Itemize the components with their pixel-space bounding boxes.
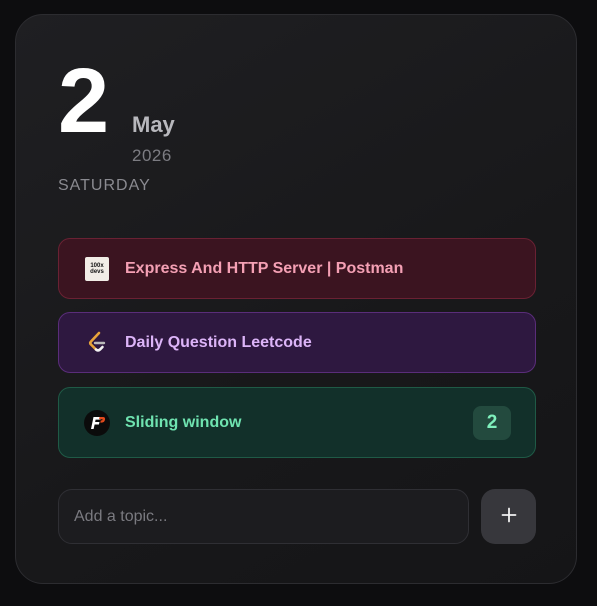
task-label: Express And HTTP Server | Postman [125,259,404,277]
date-card: 2 May 2026 SATURDAY 100x devs Express An… [15,14,577,584]
leetcode-logo-icon [84,330,110,356]
month-label: May [132,112,175,137]
add-topic-button[interactable] [481,489,536,544]
task-item-sliding-window[interactable]: Sliding window 2 [58,387,536,458]
task-item-leetcode[interactable]: Daily Question Leetcode [58,312,536,373]
task-count-badge: 2 [473,405,511,440]
task-label: Sliding window [125,413,242,431]
weekday-label: SATURDAY [58,177,151,194]
fp-logo-icon [84,409,110,436]
task-item-express-http[interactable]: 100x devs Express And HTTP Server | Post… [58,238,536,299]
100xdevs-logo-icon: 100x devs [84,256,110,282]
year-label: 2026 [132,146,172,165]
logo-text-bottom: devs [90,268,104,275]
plus-icon [501,507,517,526]
add-topic-input[interactable] [58,489,469,544]
task-label: Daily Question Leetcode [125,333,312,351]
day-number: 2 [58,50,109,152]
